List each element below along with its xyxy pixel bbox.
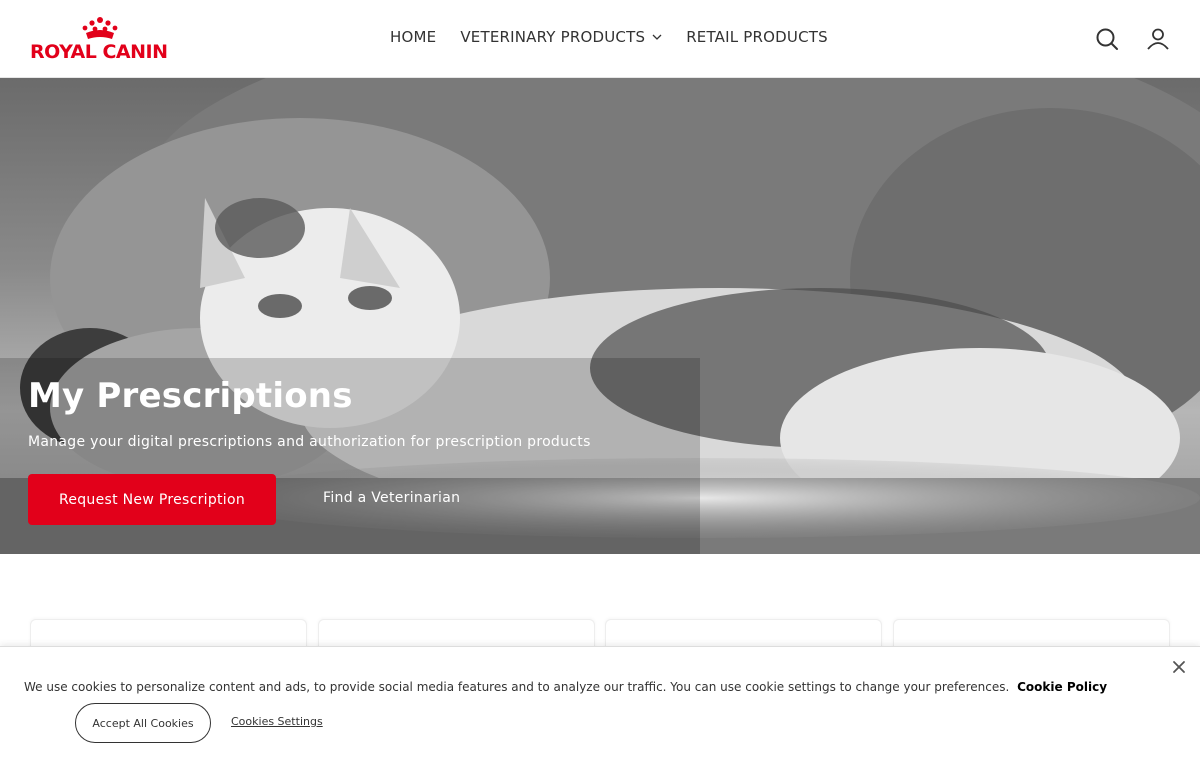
account-icon[interactable] [1145,26,1171,52]
cookies-settings-link[interactable]: Cookies Settings [231,715,323,728]
nav-veterinary-products[interactable]: VETERINARY PRODUCTS [460,28,662,46]
chevron-down-icon [652,34,662,40]
nav-home[interactable]: HOME [390,28,436,46]
find-veterinarian-link[interactable]: Find a Veterinarian [323,490,460,506]
page-title: My Prescriptions [28,376,353,416]
request-new-prescription-button[interactable]: Request New Prescription [28,474,276,525]
site-header: ROYAL CANIN HOME VETERINARY PRODUCTS RET… [0,0,1200,78]
cookie-policy-link[interactable]: Cookie Policy [1017,680,1107,694]
main-nav: HOME VETERINARY PRODUCTS RETAIL PRODUCTS [390,28,828,46]
nav-veterinary-products-label: VETERINARY PRODUCTS [460,28,646,46]
brand-logo[interactable]: ROYAL CANIN [30,16,168,63]
close-icon[interactable] [1171,659,1187,675]
hero-banner: My Prescriptions Manage your digital pre… [0,78,1200,554]
logo-wordmark: ROYAL CANIN [30,41,168,63]
crown-icon [82,17,118,39]
search-icon[interactable] [1094,26,1120,52]
cookie-banner: We use cookies to personalize content an… [0,646,1200,762]
cookie-message-text: We use cookies to personalize content an… [24,680,1010,694]
cookie-message: We use cookies to personalize content an… [24,680,1107,694]
accept-all-cookies-button[interactable]: Accept All Cookies [75,703,211,743]
page-subtitle: Manage your digital prescriptions and au… [28,434,591,450]
nav-retail-products[interactable]: RETAIL PRODUCTS [686,28,828,46]
